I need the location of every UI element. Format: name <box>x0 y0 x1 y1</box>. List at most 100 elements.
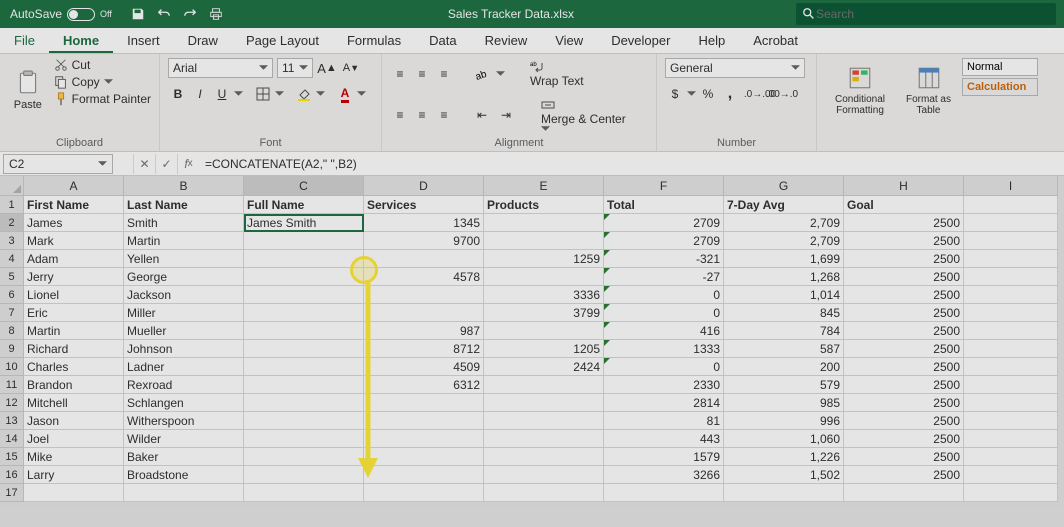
cell-H9[interactable]: 2500 <box>844 340 964 358</box>
row-header-9[interactable]: 9 <box>0 340 24 358</box>
cell-F17[interactable] <box>604 484 724 502</box>
cell-A15[interactable]: Mike <box>24 448 124 466</box>
cell-C17[interactable] <box>244 484 364 502</box>
cell-D6[interactable] <box>364 286 484 304</box>
underline-button[interactable]: U <box>212 84 232 104</box>
format-as-table-button[interactable]: Format as Table <box>901 58 956 122</box>
cell-B16[interactable]: Broadstone <box>124 466 244 484</box>
row-header-8[interactable]: 8 <box>0 322 24 340</box>
cell-C10[interactable] <box>244 358 364 376</box>
cell-G11[interactable]: 579 <box>724 376 844 394</box>
row-header-13[interactable]: 13 <box>0 412 24 430</box>
cell-E7[interactable]: 3799 <box>484 304 604 322</box>
cell-A6[interactable]: Lionel <box>24 286 124 304</box>
cell-D15[interactable] <box>364 448 484 466</box>
grow-font-button[interactable]: A▲ <box>317 58 337 78</box>
cell-C13[interactable] <box>244 412 364 430</box>
cell-I12[interactable] <box>964 394 1058 412</box>
accounting-format-button[interactable]: $ <box>665 84 685 104</box>
cell-G4[interactable]: 1,699 <box>724 250 844 268</box>
cell-G1[interactable]: 7-Day Avg <box>724 196 844 214</box>
cell-I8[interactable] <box>964 322 1058 340</box>
cell-G17[interactable] <box>724 484 844 502</box>
cell-F2[interactable]: 2709 <box>604 214 724 232</box>
cell-F8[interactable]: 416 <box>604 322 724 340</box>
cell-E4[interactable]: 1259 <box>484 250 604 268</box>
cell-D8[interactable]: 987 <box>364 322 484 340</box>
undo-icon[interactable] <box>154 4 174 24</box>
cell-H6[interactable]: 2500 <box>844 286 964 304</box>
percent-button[interactable]: % <box>698 84 718 104</box>
number-format-combo[interactable]: General <box>665 58 805 78</box>
cell-F5[interactable]: -27 <box>604 268 724 286</box>
cell-B17[interactable] <box>124 484 244 502</box>
row-header-2[interactable]: 2 <box>0 214 24 232</box>
cell-A14[interactable]: Joel <box>24 430 124 448</box>
cell-E17[interactable] <box>484 484 604 502</box>
cell-C3[interactable] <box>244 232 364 250</box>
column-header-H[interactable]: H <box>844 176 964 196</box>
cell-C9[interactable] <box>244 340 364 358</box>
cell-C4[interactable] <box>244 250 364 268</box>
cancel-entry-button[interactable]: ✕ <box>133 154 155 174</box>
shrink-font-button[interactable]: A▼ <box>341 58 361 78</box>
cell-C15[interactable] <box>244 448 364 466</box>
cell-C2[interactable]: James Smith <box>244 214 364 232</box>
cell-H14[interactable]: 2500 <box>844 430 964 448</box>
decrease-decimal-button[interactable]: .00→.0 <box>772 84 792 104</box>
column-header-C[interactable]: C <box>244 176 364 196</box>
tab-home[interactable]: Home <box>49 28 113 53</box>
cell-D13[interactable] <box>364 412 484 430</box>
cell-C7[interactable] <box>244 304 364 322</box>
tab-formulas[interactable]: Formulas <box>333 28 415 53</box>
cell-G14[interactable]: 1,060 <box>724 430 844 448</box>
cell-A9[interactable]: Richard <box>24 340 124 358</box>
tab-page-layout[interactable]: Page Layout <box>232 28 333 53</box>
cell-G6[interactable]: 1,014 <box>724 286 844 304</box>
cell-I15[interactable] <box>964 448 1058 466</box>
row-header-6[interactable]: 6 <box>0 286 24 304</box>
cell-H1[interactable]: Goal <box>844 196 964 214</box>
row-header-7[interactable]: 7 <box>0 304 24 322</box>
paste-button[interactable]: Paste <box>8 58 48 122</box>
cell-H12[interactable]: 2500 <box>844 394 964 412</box>
cut-button[interactable]: Cut <box>54 58 151 72</box>
cell-F4[interactable]: -321 <box>604 250 724 268</box>
align-center-button[interactable]: ≡ <box>412 105 432 125</box>
cell-G10[interactable]: 200 <box>724 358 844 376</box>
cell-A12[interactable]: Mitchell <box>24 394 124 412</box>
cell-E6[interactable]: 3336 <box>484 286 604 304</box>
cell-D17[interactable] <box>364 484 484 502</box>
increase-indent-button[interactable]: ⇥ <box>496 105 516 125</box>
cell-F13[interactable]: 81 <box>604 412 724 430</box>
select-all-corner[interactable] <box>0 176 24 196</box>
wrap-text-button[interactable]: ab Wrap Text <box>525 58 589 90</box>
cell-I1[interactable] <box>964 196 1058 214</box>
column-header-E[interactable]: E <box>484 176 604 196</box>
tab-file[interactable]: File <box>0 28 49 53</box>
tab-insert[interactable]: Insert <box>113 28 174 53</box>
cell-E1[interactable]: Products <box>484 196 604 214</box>
cell-E9[interactable]: 1205 <box>484 340 604 358</box>
cell-E5[interactable] <box>484 268 604 286</box>
decrease-indent-button[interactable]: ⇤ <box>472 105 492 125</box>
cell-G9[interactable]: 587 <box>724 340 844 358</box>
borders-button[interactable] <box>253 84 273 104</box>
cell-B3[interactable]: Martin <box>124 232 244 250</box>
cell-H16[interactable]: 2500 <box>844 466 964 484</box>
cell-B7[interactable]: Miller <box>124 304 244 322</box>
cell-G8[interactable]: 784 <box>724 322 844 340</box>
cell-E16[interactable] <box>484 466 604 484</box>
format-painter-button[interactable]: Format Painter <box>54 92 151 106</box>
cell-H3[interactable]: 2500 <box>844 232 964 250</box>
font-color-button[interactable]: A <box>335 84 355 104</box>
cell-I4[interactable] <box>964 250 1058 268</box>
cell-D11[interactable]: 6312 <box>364 376 484 394</box>
cell-G13[interactable]: 996 <box>724 412 844 430</box>
cell-A3[interactable]: Mark <box>24 232 124 250</box>
cell-B8[interactable]: Mueller <box>124 322 244 340</box>
align-left-button[interactable]: ≡ <box>390 105 410 125</box>
cell-C1[interactable]: Full Name <box>244 196 364 214</box>
row-header-1[interactable]: 1 <box>0 196 24 214</box>
enter-entry-button[interactable]: ✓ <box>155 154 177 174</box>
